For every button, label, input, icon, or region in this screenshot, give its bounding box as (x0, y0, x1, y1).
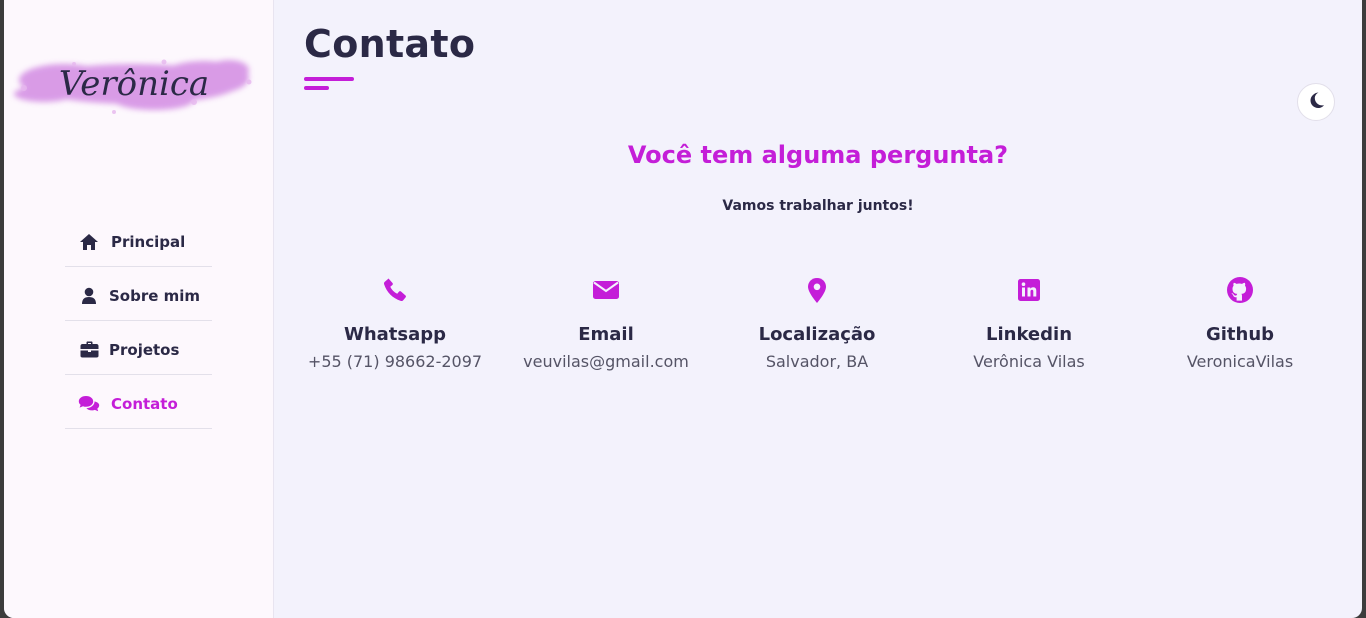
contact-label: Linkedin (985, 324, 1073, 345)
app-window: Verônica Principal Sobre mim Projetos Co… (4, 0, 1362, 618)
contact-github: Github VeronicaVilas (1135, 276, 1345, 371)
contact-email: Email veuvilas@gmail.com (501, 276, 711, 371)
contact-value[interactable]: VeronicaVilas (1135, 352, 1345, 371)
briefcase-icon (78, 341, 100, 359)
envelope-icon[interactable] (501, 276, 711, 304)
contact-linkedin: Linkedin Verônica Vilas (924, 276, 1134, 371)
title-underline-short (304, 86, 329, 90)
github-icon[interactable] (1135, 276, 1345, 304)
home-icon (78, 233, 100, 251)
sidebar-item-principal[interactable]: Principal (65, 213, 212, 267)
sidebar-item-label: Principal (111, 232, 186, 251)
sidebar-item-sobre-mim[interactable]: Sobre mim (65, 267, 212, 321)
sidebar-item-contato[interactable]: Contato (65, 375, 212, 429)
logo-text: Verônica (59, 64, 209, 104)
sidebar-item-label: Sobre mim (109, 286, 201, 305)
contact-value[interactable]: +55 (71) 98662-2097 (290, 352, 500, 371)
map-pin-icon[interactable] (712, 276, 922, 304)
contact-label: Localização (758, 324, 876, 345)
comments-icon (78, 395, 100, 413)
contact-value[interactable]: veuvilas@gmail.com (501, 352, 711, 371)
moon-icon (1307, 91, 1325, 113)
contact-label: Github (1205, 324, 1275, 345)
page-title: Contato (304, 22, 476, 66)
logo[interactable]: Verônica (4, 42, 260, 124)
contact-question: Você tem alguma pergunta? (627, 141, 1009, 169)
contact-whatsapp: Whatsapp +55 (71) 98662-2097 (290, 276, 500, 371)
theme-toggle-button[interactable] (1297, 83, 1335, 121)
sidebar: Verônica Principal Sobre mim Projetos Co… (4, 0, 274, 618)
contact-value[interactable]: Salvador, BA (712, 352, 922, 371)
contact-label: Email (578, 324, 634, 345)
sidebar-item-projetos[interactable]: Projetos (65, 321, 212, 375)
sidebar-item-label: Contato (111, 394, 178, 413)
contact-value[interactable]: Verônica Vilas (924, 352, 1134, 371)
contact-label: Whatsapp (343, 324, 447, 345)
main-content: Contato Você tem alguma pergunta? Vamos … (274, 0, 1362, 618)
title-underline (304, 77, 354, 81)
sidebar-item-label: Projetos (109, 340, 180, 359)
sidebar-nav: Principal Sobre mim Projetos Contato (65, 213, 212, 429)
contact-subtitle: Vamos trabalhar juntos! (722, 198, 914, 214)
phone-icon[interactable] (290, 276, 500, 304)
linkedin-icon[interactable] (924, 276, 1134, 304)
contact-localizacao: Localização Salvador, BA (712, 276, 922, 371)
user-icon (78, 287, 100, 305)
